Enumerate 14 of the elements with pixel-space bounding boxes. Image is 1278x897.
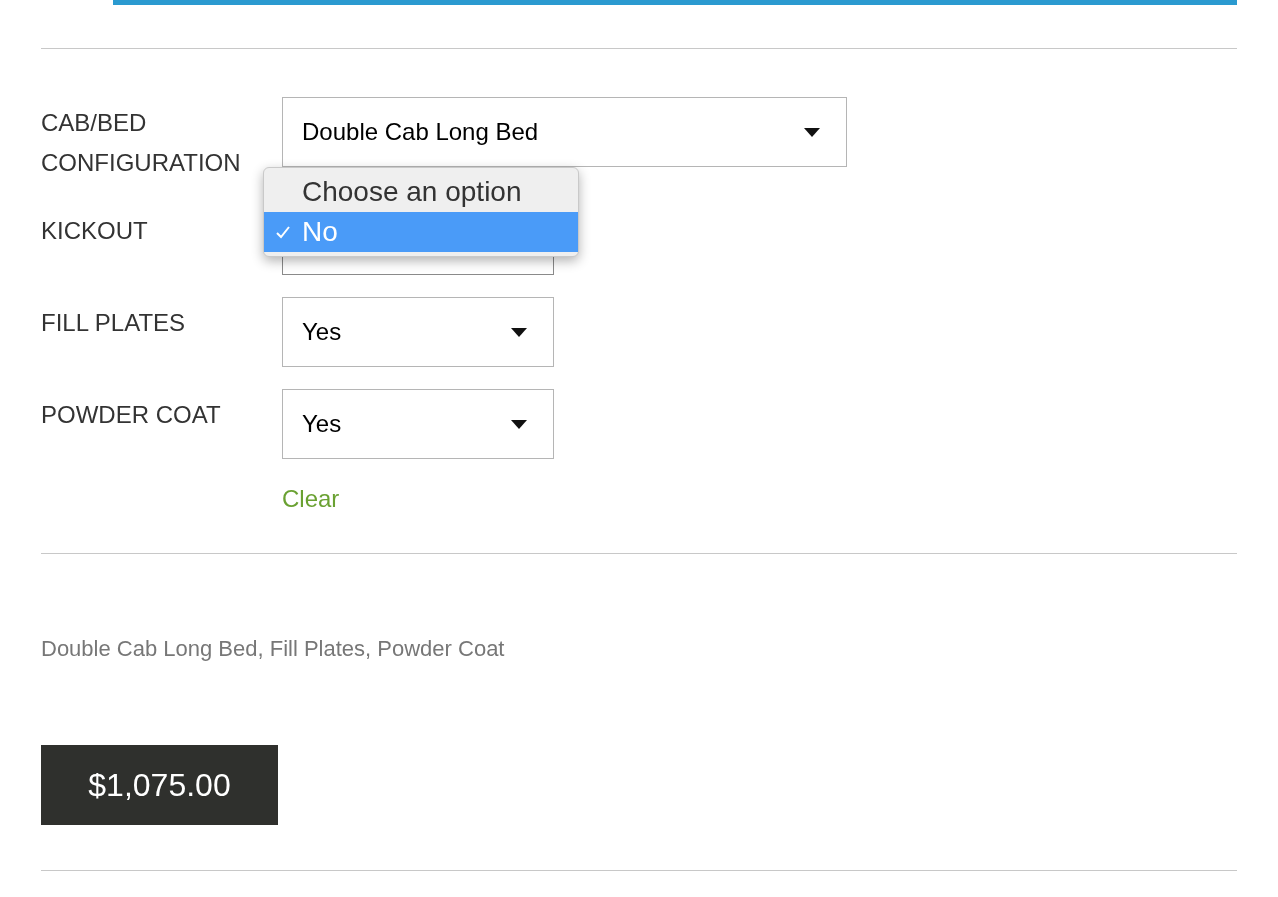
field-label: FILL PLATES (41, 308, 187, 338)
select-field[interactable]: Double Cab Long Bed (282, 97, 847, 167)
field-label: POWDER COAT (41, 400, 222, 430)
checkmark-icon (276, 226, 290, 239)
selection-summary: Double Cab Long Bed, Fill Plates, Powder Coat (41, 635, 506, 663)
caret-icon (511, 327, 527, 337)
caret-icon (804, 127, 820, 137)
field-label: KICKOUT (41, 216, 149, 246)
caret-icon (511, 419, 527, 429)
select-field[interactable]: Yes (282, 389, 554, 459)
select-field[interactable]: Yes (282, 297, 554, 367)
dropdown-option[interactable]: Choose an option (264, 172, 578, 212)
price-tag: $1,075.00 (41, 745, 278, 825)
field-label: CAB/BED CONFIGURATION (41, 108, 241, 178)
